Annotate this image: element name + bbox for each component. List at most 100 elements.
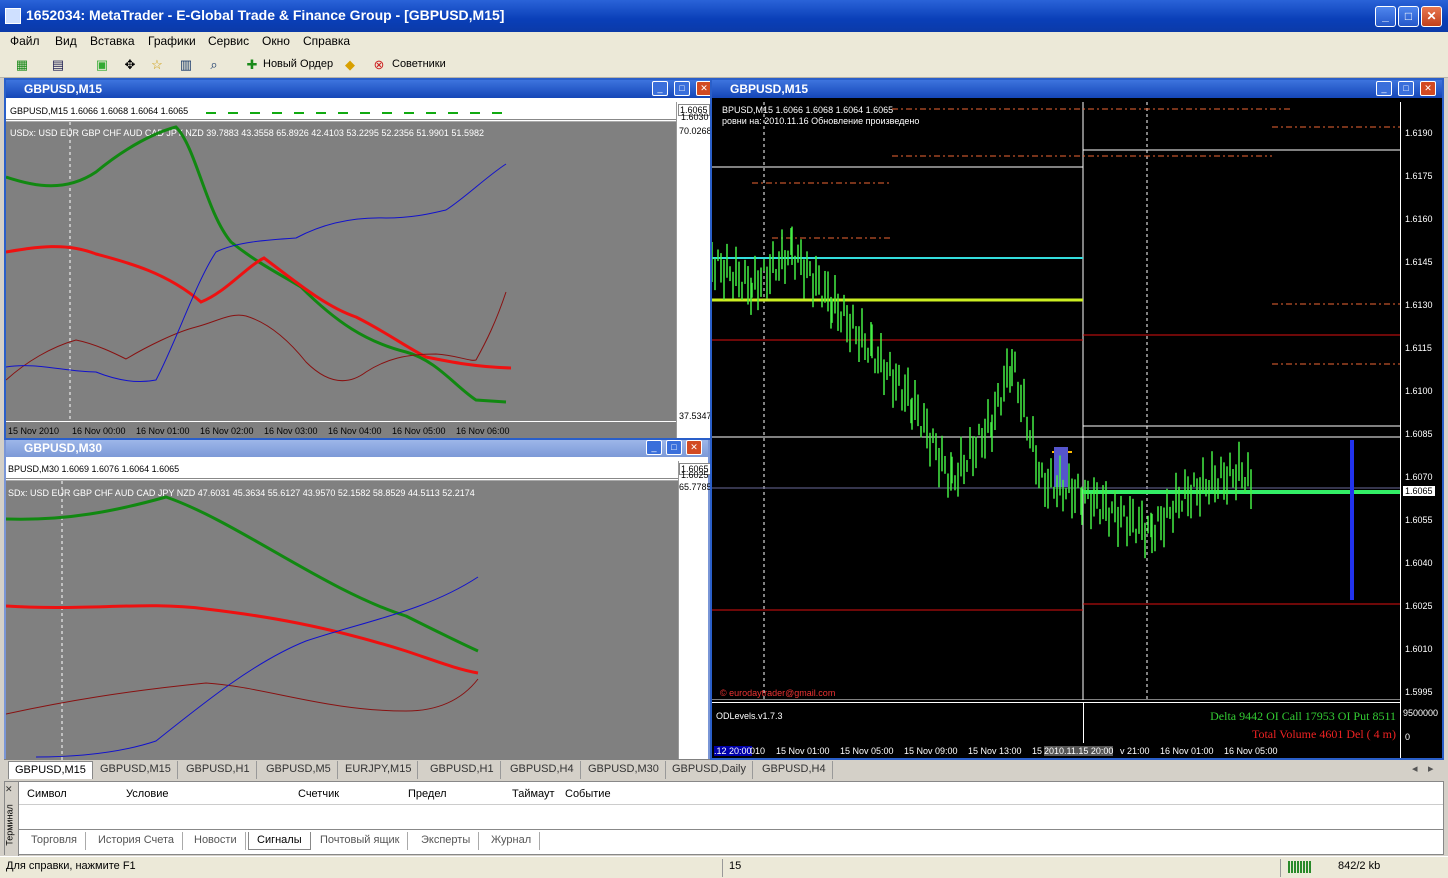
- new-order-button[interactable]: Новый Ордер: [263, 58, 333, 70]
- column-header[interactable]: Предел: [408, 788, 447, 800]
- menu-file[interactable]: Файл: [10, 34, 40, 48]
- chart-tab[interactable]: GBPUSD,M5: [260, 761, 338, 779]
- terminal-tab[interactable]: Новости: [186, 832, 246, 850]
- favorites-icon[interactable]: ☆: [147, 56, 167, 74]
- chart-maximize-button[interactable]: □: [1398, 81, 1414, 96]
- menu-bar: Файл Вид Вставка Графики Сервис Окно Спр…: [0, 32, 1448, 52]
- navigator-icon[interactable]: ▣: [92, 56, 112, 74]
- delta-label: Delta 9442 OI Call 17953 OI Put 8511: [1210, 709, 1396, 723]
- time-label: 15 Nov 01:00: [776, 746, 830, 756]
- time-label: 2010.11.15 20:00: [1044, 746, 1114, 756]
- column-header[interactable]: Событие: [565, 788, 611, 800]
- chart-minimize-button[interactable]: _: [652, 81, 668, 96]
- chart-tab[interactable]: GBPUSD,H4: [756, 761, 833, 779]
- time-label: 15: [1032, 746, 1043, 756]
- price-tag: 1.6065: [1403, 486, 1435, 496]
- chart-close-button[interactable]: ✕: [686, 440, 702, 455]
- terminal-close-icon[interactable]: ✕: [5, 784, 13, 795]
- price-level-2: 1.6030: [681, 112, 709, 122]
- new-order-icon[interactable]: ✚: [242, 56, 262, 74]
- terminal-tab[interactable]: История Счета: [90, 832, 184, 850]
- profiles-icon[interactable]: ▤: [48, 56, 68, 74]
- maximize-button[interactable]: □: [1398, 6, 1419, 27]
- terminal-tab-active[interactable]: Сигналы: [248, 832, 311, 850]
- menu-view[interactable]: Вид: [55, 34, 77, 48]
- price-axis-label: 1.6160: [1405, 214, 1433, 224]
- price-axis-label: 1.6175: [1405, 171, 1433, 181]
- volume-axis-label: 9500000: [1403, 708, 1439, 718]
- candles: [712, 102, 1400, 700]
- chart-tab[interactable]: GBPUSD,H1: [424, 761, 501, 779]
- chart-tab[interactable]: EURJPY,M15: [339, 761, 419, 779]
- chart-tab[interactable]: GBPUSD,Daily: [666, 761, 753, 779]
- price-axis-label: 1.6145: [1405, 257, 1433, 267]
- odlevels-pane: ODLevels.v1.7.3 Delta 9442 OI Call 17953…: [712, 702, 1400, 743]
- time-axis: 15 Nov 2010 16 Nov 00:00 16 Nov 01:00 16…: [6, 422, 676, 438]
- odlevels-label: ODLevels.v1.7.3: [716, 711, 783, 721]
- chart-maximize-button[interactable]: □: [674, 81, 690, 96]
- menu-window[interactable]: Окно: [262, 34, 290, 48]
- menu-service[interactable]: Сервис: [208, 34, 249, 48]
- chart-title: GBPUSD,M15: [712, 80, 1442, 98]
- terminal-side: ✕ Терминал: [5, 782, 19, 856]
- chart-tab[interactable]: GBPUSD,M15: [94, 761, 178, 779]
- time-label: 16 Nov 00:00: [72, 426, 126, 436]
- time-label: 15 Nov 09:00: [904, 746, 958, 756]
- chart-maximize-button[interactable]: □: [666, 440, 682, 455]
- time-label: 16 Nov 06:00: [456, 426, 510, 436]
- column-header[interactable]: Условие: [126, 788, 169, 800]
- price-axis-label: 1.6130: [1405, 300, 1433, 310]
- price-axis-label: 1.6040: [1405, 558, 1433, 568]
- price-axis-label: 1.5995: [1405, 687, 1433, 697]
- minimize-button[interactable]: _: [1375, 6, 1396, 27]
- volume-axis-label: 0: [1405, 732, 1411, 742]
- app-title: 1652034: MetaTrader - E-Global Trade & F…: [26, 7, 505, 23]
- close-button[interactable]: ✕: [1421, 6, 1442, 27]
- chart-window-gbpusd-m30[interactable]: GBPUSD,M30 _ □ ✕ BPUSD,M30 1.6069 1.6076…: [4, 437, 712, 760]
- status-traffic: 842/2 kb: [1338, 860, 1381, 872]
- menu-charts[interactable]: Графики: [148, 34, 196, 48]
- indicator-lines: [6, 122, 512, 422]
- price-axis-label: 1.6085: [1405, 429, 1433, 439]
- chart-window-gbpusd-m15-right[interactable]: GBPUSD,M15 _ □ ✕ BPUSD,M15 1.6066 1.6068…: [710, 78, 1444, 760]
- chart-tab[interactable]: GBPUSD,H1: [180, 761, 257, 779]
- chart-minimize-button[interactable]: _: [646, 440, 662, 455]
- time-label: 16 Nov 01:00: [1160, 746, 1214, 756]
- menu-help[interactable]: Справка: [303, 34, 350, 48]
- new-chart-icon[interactable]: ▦: [12, 56, 32, 74]
- indicator-pane: SDx: USD EUR GBP CHF AUD CAD JPY NZD 47.…: [6, 480, 678, 760]
- experts-icon[interactable]: ⊗: [369, 56, 389, 74]
- time-label: 15 Nov 2010: [8, 426, 60, 436]
- chart-minimize-button[interactable]: _: [1376, 81, 1392, 96]
- price-axis-label: 1.6070: [1405, 472, 1433, 482]
- menu-insert[interactable]: Вставка: [90, 34, 135, 48]
- chart-window-gbpusd-m15-left[interactable]: GBPUSD,M15 _ □ ✕ GBPUSD,M15 1.6066 1.606…: [4, 78, 720, 440]
- toolbar: ▦ ▤ ▣ ✥ ☆ ▥ ⌕ ✚ Новый Ордер ◆ ⊗ Советник…: [0, 52, 1448, 78]
- tab-scroll-left-icon[interactable]: ◂: [1412, 762, 1418, 775]
- time-label: 010: [750, 746, 766, 756]
- terminal-tab[interactable]: Торговля: [23, 832, 86, 850]
- terminal-tab[interactable]: Журнал: [483, 832, 541, 850]
- experts-button[interactable]: Советники: [392, 58, 446, 70]
- indicator-lines: [6, 481, 479, 760]
- column-header[interactable]: Счетчик: [298, 788, 339, 800]
- terminal-tab[interactable]: Эксперты: [413, 832, 480, 850]
- time-label: 15 Nov 05:00: [840, 746, 894, 756]
- chart-close-button[interactable]: ✕: [1420, 81, 1436, 96]
- chart-tab[interactable]: GBPUSD,H4: [504, 761, 581, 779]
- terminal-tab[interactable]: Почтовый ящик: [312, 832, 409, 850]
- email-label: © eurodaytrader@gmail.com: [720, 688, 836, 698]
- column-header[interactable]: Символ: [27, 788, 67, 800]
- data-window-icon[interactable]: ▥: [176, 56, 196, 74]
- price-strip: GBPUSD,M15 1.6066 1.6068 1.6064 1.6065: [6, 102, 676, 120]
- chart-tab[interactable]: GBPUSD,M30: [582, 761, 666, 779]
- crosshair-icon[interactable]: ✥: [120, 56, 140, 74]
- time-label: 16 Nov 01:00: [136, 426, 190, 436]
- metaeditor-icon[interactable]: ◆: [340, 56, 360, 74]
- column-header[interactable]: Таймаут: [512, 788, 555, 800]
- time-label: 16 Nov 04:00: [328, 426, 382, 436]
- strategy-tester-icon[interactable]: ⌕: [204, 56, 224, 74]
- tab-scroll-right-icon[interactable]: ▸: [1428, 762, 1434, 775]
- chart-tab[interactable]: GBPUSD,M15: [8, 761, 93, 779]
- price-level-2: 1.6025: [681, 470, 709, 480]
